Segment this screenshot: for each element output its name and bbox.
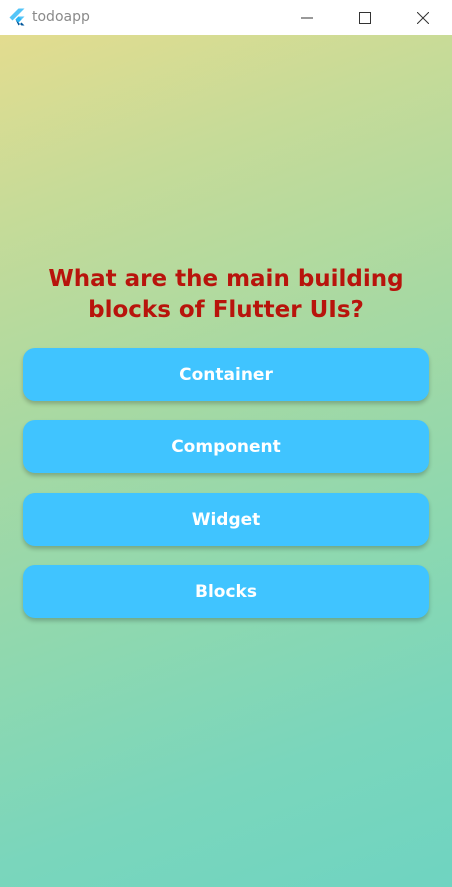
minimize-icon (301, 17, 313, 18)
answer-label: Widget (191, 509, 261, 530)
answer-button-widget[interactable]: Widget (23, 493, 429, 546)
answer-label: Container (179, 364, 273, 385)
close-icon (417, 11, 429, 24)
app-window: todoapp What are the main building block… (0, 0, 452, 887)
answer-button-blocks[interactable]: Blocks (23, 565, 429, 618)
answer-button-component[interactable]: Component (23, 420, 429, 473)
answer-label: Blocks (195, 581, 257, 602)
window-title: todoapp (32, 9, 90, 25)
quiz-screen: What are the main building blocks of Flu… (0, 35, 452, 887)
question-text: What are the main building blocks of Flu… (48, 266, 404, 323)
close-button[interactable] (400, 0, 446, 35)
maximize-button[interactable] (342, 0, 388, 35)
answer-label: Component (171, 436, 281, 457)
flutter-logo-icon (9, 8, 25, 26)
maximize-icon (359, 11, 371, 24)
title-bar[interactable]: todoapp (0, 0, 452, 35)
answer-button-container[interactable]: Container (23, 348, 429, 401)
minimize-button[interactable] (284, 0, 330, 35)
